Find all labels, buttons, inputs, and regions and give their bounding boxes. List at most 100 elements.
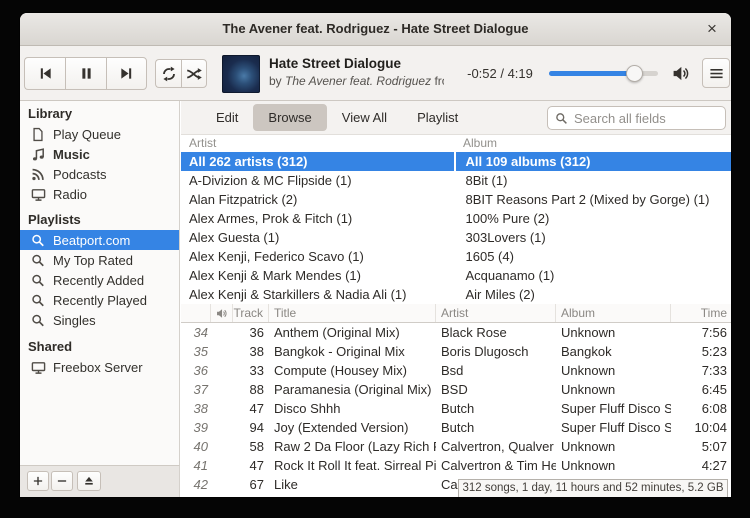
shuffle-button[interactable] xyxy=(181,59,207,88)
rhythmbox-window: The Avener feat. Rodriguez - Hate Street… xyxy=(20,13,731,497)
search-icon xyxy=(31,313,46,328)
player-toolbar: Hate Street Dialogue by The Avener feat.… xyxy=(20,46,731,101)
hamburger-menu-icon xyxy=(709,66,724,81)
eject-button[interactable] xyxy=(77,471,101,491)
titlebar[interactable]: The Avener feat. Rodriguez - Hate Street… xyxy=(20,13,731,46)
tracklist-body: 34 36Anthem (Original Mix) Black RoseUnk… xyxy=(181,323,731,497)
browser-row[interactable]: Alex Armes, Prok & Fitch (1) 100% Pure (… xyxy=(181,209,731,228)
previous-button[interactable] xyxy=(24,57,65,90)
artist-entry[interactable]: A-Divizion & MC Flipside (1) xyxy=(181,171,456,190)
library-browser: Artist Album All 262 artists (312) All 1… xyxy=(181,135,731,304)
time-column-header[interactable]: Time xyxy=(671,304,731,322)
album-column-header[interactable]: Album xyxy=(556,304,671,322)
table-row[interactable]: 34 36Anthem (Original Mix) Black RoseUnk… xyxy=(181,323,731,342)
album-entry[interactable]: Air Miles (2) xyxy=(456,285,732,304)
eject-icon xyxy=(83,475,95,487)
sidebar-item-label: Beatport.com xyxy=(53,233,130,248)
browser-row[interactable]: All 262 artists (312) All 109 albums (31… xyxy=(181,152,731,171)
artist-entry[interactable]: Alex Kenji, Federico Scavo (1) xyxy=(181,247,456,266)
album-entry[interactable]: All 109 albums (312) xyxy=(456,152,732,171)
playlist-action-bar xyxy=(20,465,180,497)
artist-entry[interactable]: Alex Armes, Prok & Fitch (1) xyxy=(181,209,456,228)
sidebar-item-label: Recently Played xyxy=(53,293,147,308)
sidebar-item-play-queue[interactable]: Play Queue xyxy=(20,124,179,144)
volume-button[interactable] xyxy=(672,65,689,82)
remove-playlist-button[interactable] xyxy=(51,471,73,491)
browser-row[interactable]: Alex Guesta (1) 303Lovers (1) xyxy=(181,228,731,247)
sidebar-item-label: Music xyxy=(53,147,90,162)
sidebar-item-recently-added[interactable]: Recently Added xyxy=(20,270,179,290)
music-note-icon xyxy=(31,147,46,162)
album-entry[interactable]: 8Bit (1) xyxy=(456,171,732,190)
table-row[interactable]: 38 47Disco Shhh ButchSuper Fluff Disco S… xyxy=(181,399,731,418)
row-number-column-header[interactable] xyxy=(181,304,211,322)
table-row[interactable]: 35 38Bangkok - Original Mix Boris Dlugos… xyxy=(181,342,731,361)
tab-view-all[interactable]: View All xyxy=(327,104,402,131)
speaker-icon xyxy=(216,308,227,319)
add-playlist-button[interactable] xyxy=(27,471,49,491)
artist-entry[interactable]: Alex Guesta (1) xyxy=(181,228,456,247)
seek-slider[interactable] xyxy=(549,71,658,76)
next-button[interactable] xyxy=(106,57,147,90)
artist-column-header[interactable]: Artist xyxy=(436,304,556,322)
search-field[interactable] xyxy=(547,106,726,130)
artist-entry[interactable]: Alex Kenji & Mark Mendes (1) xyxy=(181,266,456,285)
next-icon xyxy=(119,66,134,81)
sidebar-item-label: Podcasts xyxy=(53,167,106,182)
now-playing-subtitle: by The Avener feat. Rodriguez fro… xyxy=(269,74,444,88)
tab-browse[interactable]: Browse xyxy=(253,104,326,131)
browser-row[interactable]: Alex Kenji & Starkillers & Nadia Ali (1)… xyxy=(181,285,731,304)
volume-icon xyxy=(672,65,689,82)
sidebar-item-label: Play Queue xyxy=(53,127,121,142)
tab-playlist[interactable]: Playlist xyxy=(402,104,473,131)
artist-entry[interactable]: All 262 artists (312) xyxy=(181,152,454,171)
album-column-header[interactable]: Album xyxy=(463,136,497,150)
sidebar-item-label: My Top Rated xyxy=(53,253,133,268)
sidebar-item-my-top-rated[interactable]: My Top Rated xyxy=(20,250,179,270)
sidebar-item-music[interactable]: Music xyxy=(20,144,179,164)
browser-row[interactable]: Alan Fitzpatrick (2) 8BIT Reasons Part 2… xyxy=(181,190,731,209)
sidebar-item-freebox-server[interactable]: Freebox Server xyxy=(20,357,179,377)
sidebar-item-singles[interactable]: Singles xyxy=(20,310,179,330)
browser-row[interactable]: Alex Kenji, Federico Scavo (1) 1605 (4) xyxy=(181,247,731,266)
search-input[interactable] xyxy=(574,111,731,126)
table-row[interactable]: 40 58Raw 2 Da Floor (Lazy Rich Re… Calve… xyxy=(181,437,731,456)
radio-icon xyxy=(31,187,46,202)
desktop: The Avener feat. Rodriguez - Hate Street… xyxy=(0,0,750,518)
table-row[interactable]: 36 33Compute (Housey Mix) BsdUnknown 7:3… xyxy=(181,361,731,380)
sidebar-item-podcasts[interactable]: Podcasts xyxy=(20,164,179,184)
app-menu-button[interactable] xyxy=(702,58,730,88)
pause-button[interactable] xyxy=(65,57,106,90)
browser-row[interactable]: A-Divizion & MC Flipside (1) 8Bit (1) xyxy=(181,171,731,190)
seek-slider-handle[interactable] xyxy=(626,65,643,82)
close-icon[interactable]: × xyxy=(699,13,725,45)
artist-column-header[interactable]: Artist xyxy=(189,136,216,150)
time-remaining-label: -0:52 / 4:19 xyxy=(448,66,552,81)
transport-controls xyxy=(24,57,147,90)
tab-edit[interactable]: Edit xyxy=(201,104,253,131)
artist-entry[interactable]: Alan Fitzpatrick (2) xyxy=(181,190,456,209)
sidebar-item-beatport[interactable]: Beatport.com xyxy=(20,230,179,250)
playing-column-header[interactable] xyxy=(211,304,233,322)
repeat-button[interactable] xyxy=(155,59,181,88)
artist-entry[interactable]: Alex Kenji & Starkillers & Nadia Ali (1) xyxy=(181,285,456,304)
track-column-header[interactable]: Track xyxy=(233,304,269,322)
table-row[interactable]: 39 94Joy (Extended Version) ButchSuper F… xyxy=(181,418,731,437)
table-row[interactable]: 37 88Paramanesia (Original Mix) BSDUnkno… xyxy=(181,380,731,399)
sidebar-item-recently-played[interactable]: Recently Played xyxy=(20,290,179,310)
album-entry[interactable]: 8BIT Reasons Part 2 (Mixed by Gorge) (1) xyxy=(456,190,732,209)
browser-row[interactable]: Alex Kenji & Mark Mendes (1) Acquanamo (… xyxy=(181,266,731,285)
now-playing-info: Hate Street Dialogue by The Avener feat.… xyxy=(269,56,444,88)
album-entry[interactable]: Acquanamo (1) xyxy=(456,266,732,285)
album-entry[interactable]: 303Lovers (1) xyxy=(456,228,732,247)
server-icon xyxy=(31,360,46,375)
search-icon xyxy=(31,233,46,248)
table-row[interactable]: 41 47Rock It Roll It feat. Sirreal Pip… … xyxy=(181,456,731,475)
title-column-header[interactable]: Title xyxy=(269,304,436,322)
minus-icon xyxy=(56,475,68,487)
album-entry[interactable]: 1605 (4) xyxy=(456,247,732,266)
shuffle-icon xyxy=(186,66,202,82)
sidebar-item-radio[interactable]: Radio xyxy=(20,184,179,204)
view-toolbar: Edit Browse View All Playlist xyxy=(181,101,731,135)
album-entry[interactable]: 100% Pure (2) xyxy=(456,209,732,228)
